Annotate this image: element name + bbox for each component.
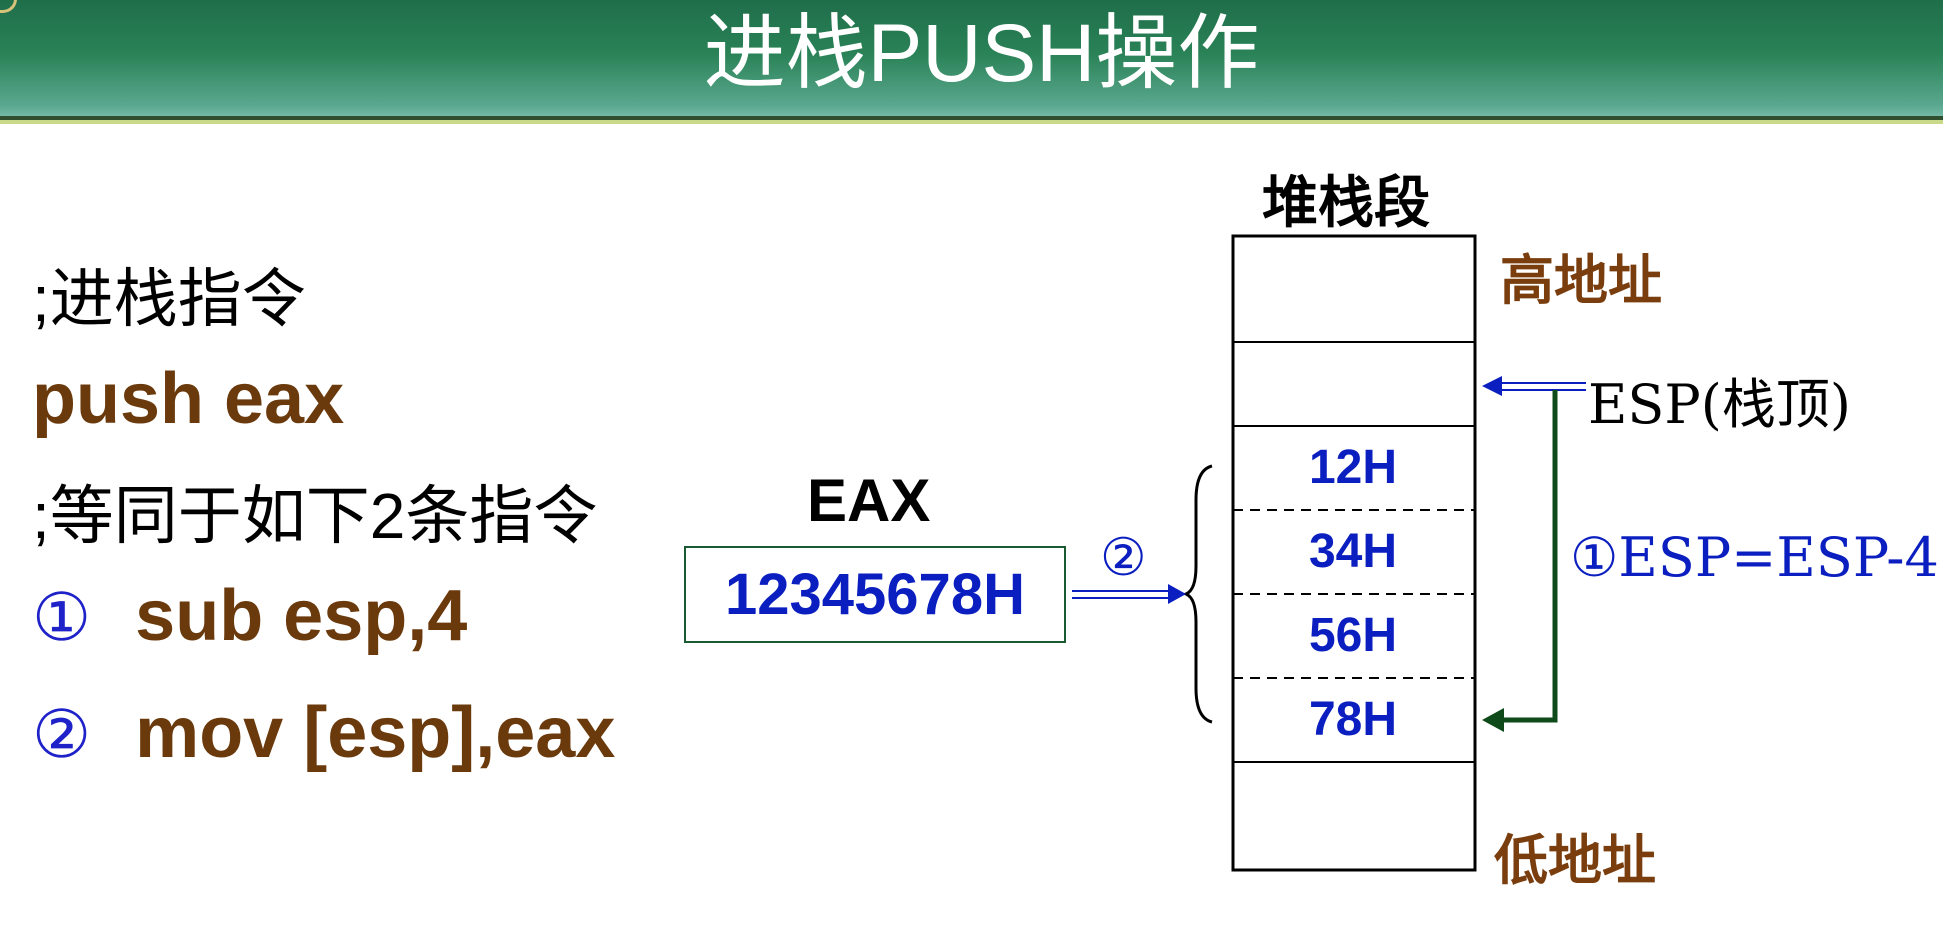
esp-stack-top-label: ESP(栈顶): [1588, 373, 1851, 436]
stack-byte-2: 56H: [1308, 609, 1398, 662]
esp-move-arrow: [1500, 390, 1558, 723]
step2-arrowhead: [1168, 584, 1186, 604]
stack-byte-0: 12H: [1308, 441, 1398, 494]
brace: [1181, 464, 1213, 724]
stack-segment-title: 堆栈段: [1262, 170, 1430, 236]
stack-diagram: [1072, 234, 1586, 872]
esp-move-arrowhead: [1482, 708, 1504, 732]
stack-byte-3: 78H: [1308, 693, 1398, 746]
low-address-label: 低地址: [1494, 828, 1656, 892]
step2-annotation: ②: [1100, 528, 1147, 588]
stack-byte-1: 34H: [1308, 525, 1398, 578]
step1-annotation: ①ESP=ESP-4: [1570, 526, 1939, 589]
high-address-label: 高地址: [1500, 248, 1662, 312]
esp-arrowhead: [1482, 376, 1502, 396]
